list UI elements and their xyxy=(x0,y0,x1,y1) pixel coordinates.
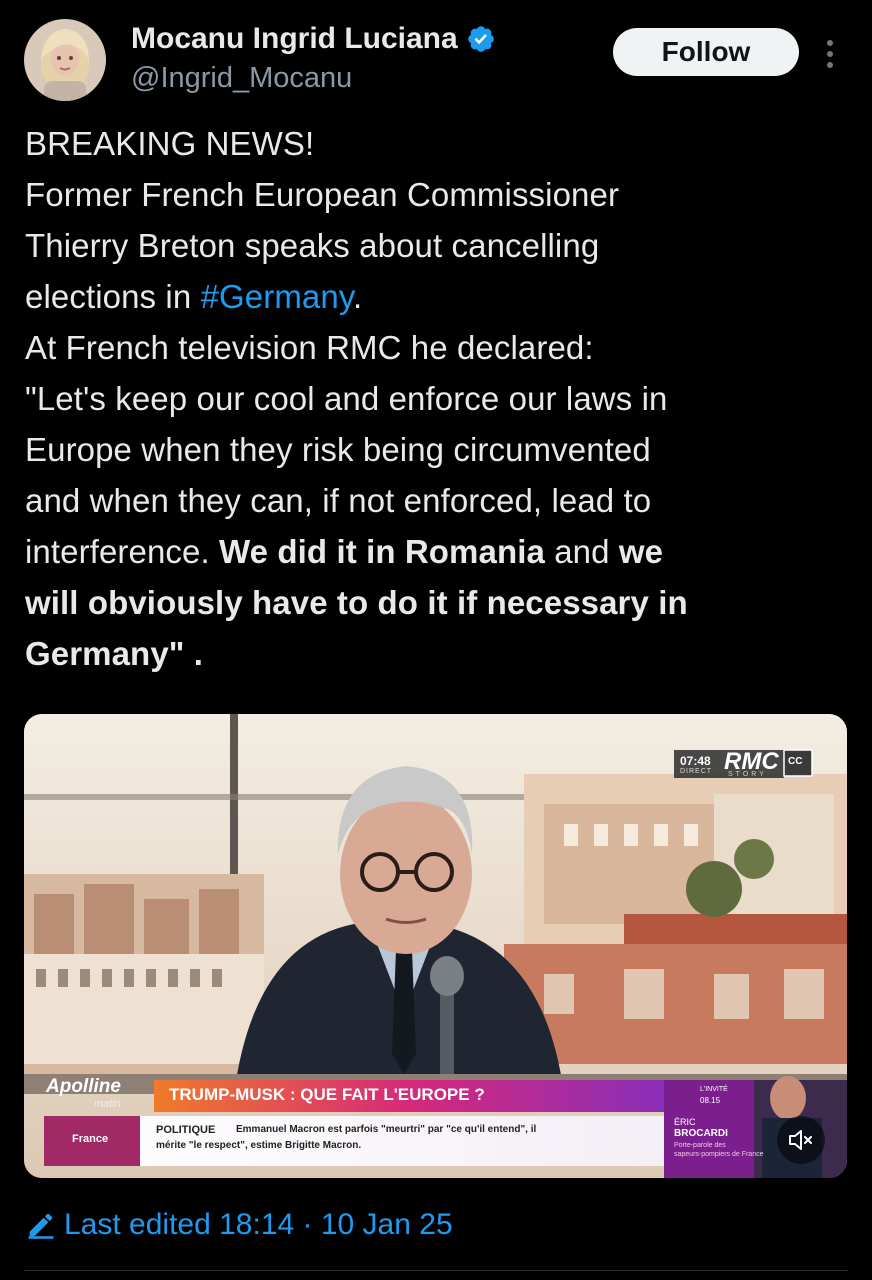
guest-role: Porte-parole des xyxy=(674,1142,726,1149)
tweet-line: At French television RMC he declared: xyxy=(25,329,594,366)
tweet-line: Former French European Commissioner xyxy=(25,176,620,213)
ticker-text: mérite "le respect", estime Brigitte Mac… xyxy=(156,1140,362,1151)
tweet-text-fragment: . xyxy=(353,278,363,315)
mute-icon[interactable] xyxy=(788,1128,814,1152)
tweet-line: elections in #Germany. xyxy=(25,271,855,322)
show-logo: Apolline xyxy=(46,1076,121,1097)
avatar[interactable] xyxy=(24,19,106,101)
ticker-text: Emmanuel Macron est parfois "meurtri" pa… xyxy=(236,1124,537,1135)
divider xyxy=(24,1270,848,1271)
channel-sub-label: STORY xyxy=(728,771,767,778)
author-display-name[interactable]: Mocanu Ingrid Luciana xyxy=(131,20,458,58)
verified-badge-icon xyxy=(466,24,496,54)
ticker-label: POLITIQUE xyxy=(156,1124,216,1136)
tweet-line: interference. We did it in Romania and w… xyxy=(25,526,855,577)
pencil-icon xyxy=(26,1210,56,1240)
video-player[interactable]: 07:48 DIRECT RMC STORY CC Apolline matin… xyxy=(24,714,847,1178)
video-frame xyxy=(24,714,847,1178)
tweet-bold-fragment: We did it in Romania xyxy=(219,533,545,570)
show-logo-sub: matin xyxy=(94,1098,121,1110)
guest-role: sapeurs-pompiers de France xyxy=(674,1151,764,1158)
tweet-line: Europe when they risk being circumvented xyxy=(25,431,651,468)
guest-last-name: BROCARDI xyxy=(674,1128,728,1139)
tweet-text-fragment: and xyxy=(544,533,619,570)
hashtag-link[interactable]: #Germany xyxy=(201,278,353,315)
headline-banner: TRUMP-MUSK : QUE FAIT L'EUROPE ? xyxy=(169,1085,485,1104)
broadcast-live-label: DIRECT xyxy=(680,768,713,775)
tweet-line: will obviously have to do it if necessar… xyxy=(25,584,688,621)
guest-first-name: ÉRIC xyxy=(674,1117,696,1127)
tweet-text-fragment: elections in xyxy=(25,278,201,315)
tweet-line: and when they can, if not enforced, lead… xyxy=(25,482,652,519)
tweet-text: BREAKING NEWS! Former French European Co… xyxy=(25,118,855,679)
last-edited-link[interactable]: Last edited 18:14 · 10 Jan 25 xyxy=(26,1205,453,1245)
guest-tag: L'INVITÉ xyxy=(700,1086,728,1093)
more-options-icon[interactable] xyxy=(820,38,840,70)
broadcast-clock: 07:48 xyxy=(680,754,711,768)
tweet-detail: Mocanu Ingrid Luciana @Ingrid_Mocanu Fol… xyxy=(0,0,872,1280)
tweet-text-fragment: interference. xyxy=(25,533,220,570)
author-block: Mocanu Ingrid Luciana @Ingrid_Mocanu xyxy=(131,20,496,96)
follow-button[interactable]: Follow xyxy=(613,28,799,76)
tweet-line: BREAKING NEWS! xyxy=(25,125,315,162)
closed-captions-icon[interactable]: CC xyxy=(788,756,802,767)
last-edited-label: Last edited 18:14 · 10 Jan 25 xyxy=(64,1208,453,1241)
tweet-line: Germany" . xyxy=(25,628,855,679)
tweet-line: "Let's keep our cool and enforce our law… xyxy=(25,380,668,417)
tweet-bold-fragment: we xyxy=(618,533,664,570)
tweet-bold-fragment: Germany" xyxy=(25,635,185,672)
author-handle[interactable]: @Ingrid_Mocanu xyxy=(131,60,496,96)
region-tag: France xyxy=(72,1133,109,1145)
tweet-text-fragment: . xyxy=(184,635,204,672)
guest-time: 08.15 xyxy=(700,1096,721,1105)
tweet-line: Thierry Breton speaks about cancelling xyxy=(25,227,600,264)
